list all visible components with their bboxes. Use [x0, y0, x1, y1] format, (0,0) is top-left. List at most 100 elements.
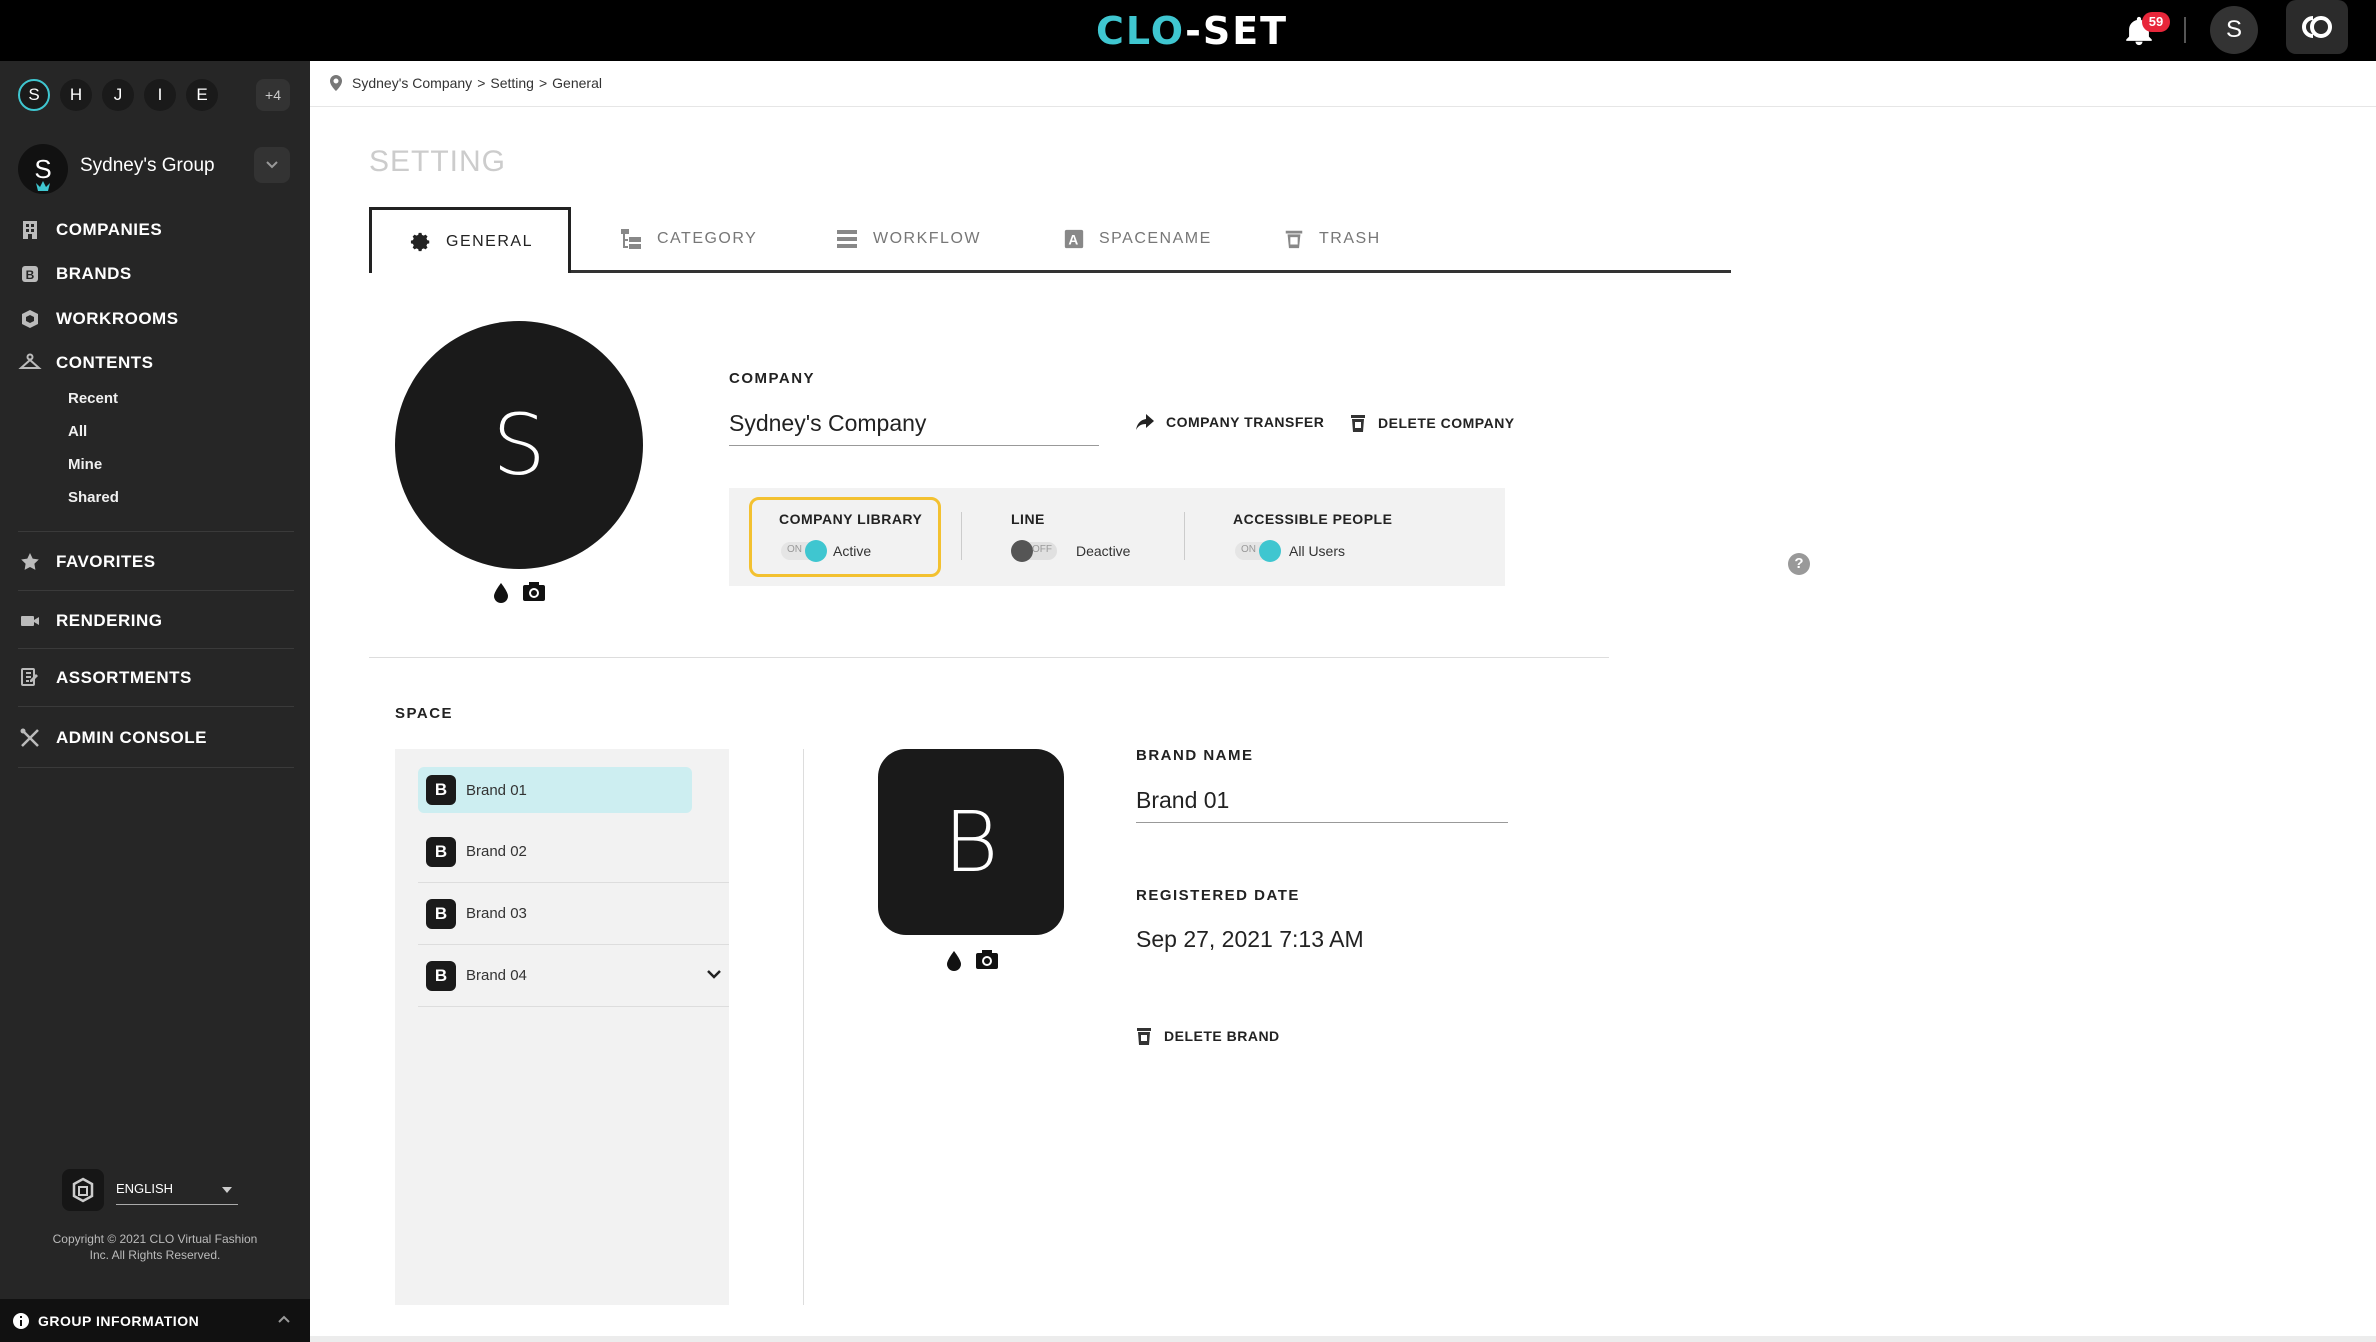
tab-trash[interactable]: TRASH	[1283, 207, 1381, 270]
nav-rendering[interactable]: RENDERING	[18, 606, 163, 636]
gear-icon	[410, 232, 430, 251]
tab-category[interactable]: CATEGORY	[619, 207, 757, 270]
registered-date-value: Sep 27, 2021 7:13 AM	[1136, 926, 1364, 952]
breadcrumb-setting[interactable]: Setting	[490, 75, 534, 91]
workflow-icon	[837, 229, 857, 248]
group-dropdown-button[interactable]	[254, 147, 290, 183]
location-pin-icon	[330, 75, 342, 91]
chevron-down-icon[interactable]	[707, 969, 721, 979]
breadcrumb-separator: >	[538, 75, 548, 91]
nav-admin-console[interactable]: ADMIN CONSOLE	[18, 723, 207, 753]
help-icon[interactable]: ?	[1788, 553, 1810, 575]
registered-date-label: REGISTERED DATE	[1136, 887, 1300, 904]
hanger-icon	[18, 353, 42, 369]
list-item[interactable]: B Brand 04	[418, 945, 729, 1007]
svg-text:B: B	[26, 268, 35, 282]
tab-spacename[interactable]: A SPACENAME	[1063, 207, 1212, 270]
company-library-highlight	[749, 497, 941, 577]
line-toggle[interactable]: OFF	[1011, 540, 1057, 562]
more-groups-button[interactable]: +4	[256, 79, 290, 111]
settings-divider	[961, 512, 962, 560]
company-transfer-button[interactable]: COMPANY TRANSFER	[1136, 414, 1324, 430]
settings-divider	[1184, 512, 1185, 560]
accessible-people-label: ACCESSIBLE PEOPLE	[1233, 511, 1393, 527]
brand-avatar: B	[426, 836, 456, 867]
delete-brand-button[interactable]: DELETE BRAND	[1136, 1027, 1280, 1045]
nav-companies[interactable]: COMPANIES	[18, 215, 162, 245]
star-icon	[21, 553, 39, 570]
crown-icon	[36, 181, 50, 191]
nav-assortments[interactable]: ASSORTMENTS	[18, 663, 192, 693]
company-name-field[interactable]: Sydney's Company	[729, 410, 1099, 446]
contents-shared[interactable]: Shared	[68, 489, 119, 506]
group-switcher: S H J I E +4	[18, 79, 294, 113]
globe-icon	[62, 1169, 104, 1211]
company-library-value: Active	[833, 543, 872, 559]
group-name: Sydney's Group	[80, 155, 215, 176]
list-item[interactable]: B Brand 03	[418, 883, 729, 945]
company-settings-panel: COMPANY LIBRARY ON Active LINE OFF Deact…	[729, 488, 1505, 586]
brand-icon: B	[22, 266, 38, 282]
nav-divider	[18, 706, 294, 707]
breadcrumb-divider	[310, 106, 2376, 107]
company-label: COMPANY	[729, 370, 816, 387]
color-drop-icon[interactable]	[492, 582, 510, 604]
trash-icon	[1285, 230, 1303, 248]
caret-down-icon	[222, 1187, 232, 1193]
delete-company-button[interactable]: DELETE COMPANY	[1350, 414, 1515, 432]
nav-brands[interactable]: B BRANDS	[18, 259, 132, 289]
copyright-text: Copyright © 2021 CLO Virtual Fashion Inc…	[52, 1232, 258, 1262]
clo-app-icon	[2302, 16, 2332, 38]
tab-workflow[interactable]: WORKFLOW	[835, 207, 981, 270]
list-item[interactable]: B Brand 02	[418, 821, 729, 883]
contents-all[interactable]: All	[68, 423, 87, 440]
nav-favorites[interactable]: FAVORITES	[18, 547, 156, 577]
main-content: Sydney's Company > Setting > General SET…	[310, 61, 2376, 1342]
brand-name-field[interactable]: Brand 01	[1136, 787, 1508, 823]
brand-avatar-large: B	[878, 749, 1064, 935]
brand-name: Brand 01	[466, 781, 527, 799]
breadcrumb-separator: >	[477, 75, 486, 91]
group-j[interactable]: J	[102, 79, 134, 111]
brand-list: B Brand 01 B Brand 02 B Brand 03 B Brand…	[395, 749, 729, 1305]
topbar-divider	[2184, 17, 2186, 43]
contents-recent[interactable]: Recent	[68, 390, 118, 407]
brand-name-label: BRAND NAME	[1136, 747, 1254, 764]
list-item[interactable]: B Brand 01	[418, 759, 729, 821]
nav-workrooms[interactable]: WORKROOMS	[18, 304, 179, 334]
share-arrow-icon	[1136, 414, 1154, 430]
trash-icon	[1351, 415, 1365, 432]
camera-icon[interactable]	[975, 950, 999, 970]
brand-avatar-actions	[945, 950, 999, 972]
language-select[interactable]: ENGLISH	[116, 1177, 238, 1205]
closet-logo[interactable]: CLO -SET	[1096, 9, 1288, 53]
brand-avatar: B	[426, 898, 456, 929]
group-i[interactable]: I	[144, 79, 176, 111]
group-s[interactable]: S	[18, 79, 50, 111]
brand-avatar: B	[426, 960, 456, 991]
video-camera-icon	[21, 616, 39, 626]
group-e[interactable]: E	[186, 79, 218, 111]
company-library-toggle[interactable]: ON	[781, 540, 827, 562]
setting-tabs: GENERAL CATEGORY WORKFLOW A SPACENAME TR…	[369, 207, 1731, 273]
page-title: SETTING	[369, 145, 507, 178]
contents-mine[interactable]: Mine	[68, 456, 102, 473]
app-switcher-button[interactable]	[2286, 0, 2348, 54]
chevron-up-icon	[278, 1315, 290, 1323]
color-drop-icon[interactable]	[945, 950, 963, 972]
space-label: SPACE	[395, 705, 454, 722]
line-value: Deactive	[1076, 543, 1131, 559]
brand-name: Brand 04	[466, 967, 527, 984]
camera-icon[interactable]	[522, 582, 546, 602]
group-h[interactable]: H	[60, 79, 92, 111]
section-divider	[369, 657, 1609, 658]
group-information-bar[interactable]: GROUP INFORMATION	[0, 1299, 310, 1342]
svg-text:A: A	[1068, 232, 1079, 247]
breadcrumb-company[interactable]: Sydney's Company	[352, 75, 472, 91]
accessible-people-toggle[interactable]: ON	[1235, 540, 1281, 562]
user-avatar[interactable]: S	[2210, 6, 2258, 54]
tab-general[interactable]: GENERAL	[369, 207, 571, 273]
nav-contents[interactable]: CONTENTS	[18, 348, 154, 378]
brand-name: Brand 03	[466, 905, 527, 922]
nav-divider	[18, 590, 294, 591]
